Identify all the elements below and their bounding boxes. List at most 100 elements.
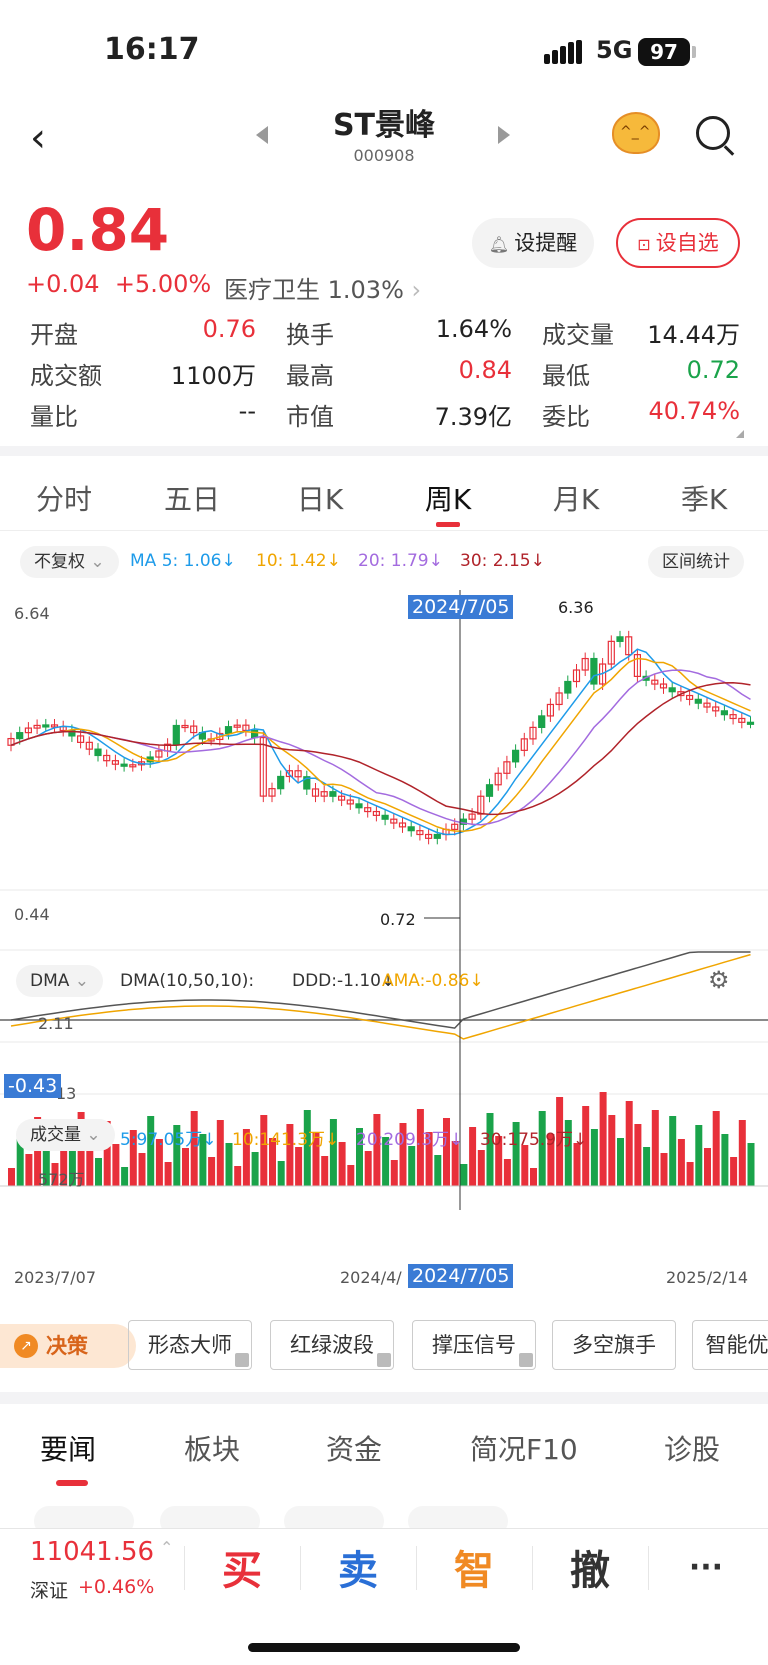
- chevron-down-icon: ⌄: [81, 1125, 101, 1145]
- dma-params: DMA(10,50,10):: [120, 971, 255, 991]
- lock-icon: [235, 1353, 249, 1367]
- quote-label: 委比: [542, 403, 590, 431]
- battery-tip: [692, 46, 696, 58]
- back-icon[interactable]: ‹: [30, 115, 46, 161]
- tab-period[interactable]: 季K: [640, 470, 768, 530]
- expand-corner-icon[interactable]: [736, 430, 744, 438]
- strategy-tool-button[interactable]: 红绿波段: [270, 1320, 394, 1370]
- quote-label: 换手: [286, 321, 334, 349]
- news-tab[interactable]: 板块: [184, 1428, 240, 1468]
- more-button[interactable]: ···: [656, 1550, 756, 1585]
- candle-body: [94, 748, 102, 757]
- quote-cell: 最高 0.84: [286, 356, 542, 391]
- volume-bar: [477, 1150, 485, 1186]
- y-min-label: 0.44: [14, 905, 50, 924]
- quote-value: 14.44万: [647, 321, 740, 349]
- candle-body: [42, 724, 50, 728]
- period-tabs: 分时 五日 日K 周K 月K 季K: [0, 470, 768, 530]
- battery-icon: 97: [638, 38, 690, 66]
- volume-bar: [364, 1151, 372, 1186]
- quote-value: 40.74%: [648, 397, 740, 425]
- volume-bar: [469, 1127, 477, 1186]
- y-max-label: 6.64: [14, 604, 50, 623]
- volume-bar: [669, 1116, 677, 1186]
- next-stock-icon[interactable]: [498, 126, 510, 144]
- volume-bar: [208, 1157, 216, 1186]
- candle-body: [120, 763, 128, 767]
- x-label-mid: 2024/4/: [340, 1268, 402, 1287]
- cancel-order-button[interactable]: 撤: [540, 1538, 640, 1596]
- strategy-tool-button[interactable]: 智能优: [692, 1320, 768, 1370]
- sell-button[interactable]: 卖: [308, 1538, 408, 1596]
- candle-body: [616, 636, 624, 642]
- section-divider-2: [0, 1392, 768, 1404]
- news-tab[interactable]: 要闻: [40, 1428, 96, 1468]
- volume-bar: [347, 1165, 355, 1186]
- volume-bar: [643, 1147, 651, 1186]
- high-label: 6.36: [558, 598, 594, 617]
- candlestick-chart[interactable]: [0, 590, 768, 1290]
- tab-period[interactable]: 月K: [512, 470, 640, 530]
- change-value: +0.04: [26, 270, 100, 298]
- section-divider: [0, 446, 768, 456]
- add-favorite-button[interactable]: ⊡ 设自选: [616, 218, 740, 268]
- chevron-up-icon[interactable]: ⌃: [160, 1538, 173, 1557]
- volume-bar: [25, 1154, 33, 1186]
- news-tab[interactable]: 诊股: [664, 1428, 720, 1468]
- volume-bar: [721, 1134, 729, 1186]
- news-tab[interactable]: 资金: [326, 1428, 382, 1468]
- volume-bar: [738, 1120, 746, 1186]
- settings-icon[interactable]: ⚙︎: [708, 966, 730, 994]
- search-icon[interactable]: [696, 116, 730, 150]
- prev-stock-icon[interactable]: [256, 126, 268, 144]
- volume-bar: [747, 1143, 755, 1186]
- strategy-tool-button[interactable]: 形态大师: [128, 1320, 252, 1370]
- candle-body: [720, 710, 729, 716]
- quote-value: 7.39亿: [434, 403, 512, 431]
- tab-period[interactable]: 分时: [0, 470, 128, 530]
- signal-icon: [544, 40, 584, 64]
- tab-period[interactable]: 日K: [256, 470, 384, 530]
- quote-label: 最高: [286, 362, 334, 390]
- tab-period[interactable]: 周K: [384, 470, 512, 530]
- news-tab[interactable]: 简况F10: [470, 1428, 578, 1468]
- low-label: 0.72: [380, 910, 416, 929]
- ma5-value: MA 5: 1.06↓: [130, 551, 236, 571]
- candle-body: [172, 724, 180, 745]
- current-price: 0.84: [26, 196, 170, 264]
- quote-cell: 市值 7.39亿: [286, 397, 542, 432]
- tab-period[interactable]: 五日: [128, 470, 256, 530]
- volume-bar: [686, 1162, 694, 1186]
- strategy-tool-label: 形态大师: [148, 1333, 232, 1357]
- buy-button[interactable]: 买: [192, 1538, 292, 1596]
- dma-label: DMA: [30, 971, 70, 991]
- chevron-right-icon: ›: [403, 276, 422, 304]
- volume-label: 成交量: [30, 1125, 81, 1145]
- stock-code: 000908: [353, 146, 415, 165]
- index-value[interactable]: 11041.56: [30, 1537, 154, 1567]
- candle-body: [511, 749, 520, 763]
- candle-body: [277, 775, 285, 790]
- vol20-value: 20:209.3万↓: [356, 1130, 464, 1150]
- range-stat-button[interactable]: 区间统计: [648, 546, 744, 578]
- status-time: 16:17: [104, 32, 200, 67]
- volume-bar: [730, 1157, 738, 1186]
- volume-dropdown[interactable]: 成交量 ⌄: [16, 1119, 115, 1151]
- vol30-value: 30:175.9万↓: [480, 1130, 588, 1150]
- smart-button[interactable]: 智: [424, 1538, 524, 1596]
- quote-value: --: [238, 397, 256, 425]
- mascot-icon[interactable]: [612, 112, 660, 154]
- sector-link[interactable]: 医疗卫生 1.03% ›: [224, 270, 421, 305]
- quote-row: 成交额 1100万 最高 0.84 最低 0.72: [30, 353, 740, 394]
- strategy-tool-button[interactable]: 撑压信号: [412, 1320, 536, 1370]
- candle-body: [485, 784, 494, 797]
- quote-label: 量比: [30, 403, 78, 431]
- strategy-tool-button[interactable]: 多空旗手: [552, 1320, 676, 1370]
- ma-line: [10, 657, 751, 832]
- set-alert-button[interactable]: 🔔︎ 设提醒: [472, 218, 594, 268]
- candle-body: [355, 803, 363, 809]
- dma-dropdown[interactable]: DMA ⌄: [16, 965, 104, 997]
- adjust-dropdown[interactable]: 不复权 ⌄: [20, 546, 119, 578]
- quote-label: 最低: [542, 362, 590, 390]
- footer-separator: [416, 1546, 417, 1590]
